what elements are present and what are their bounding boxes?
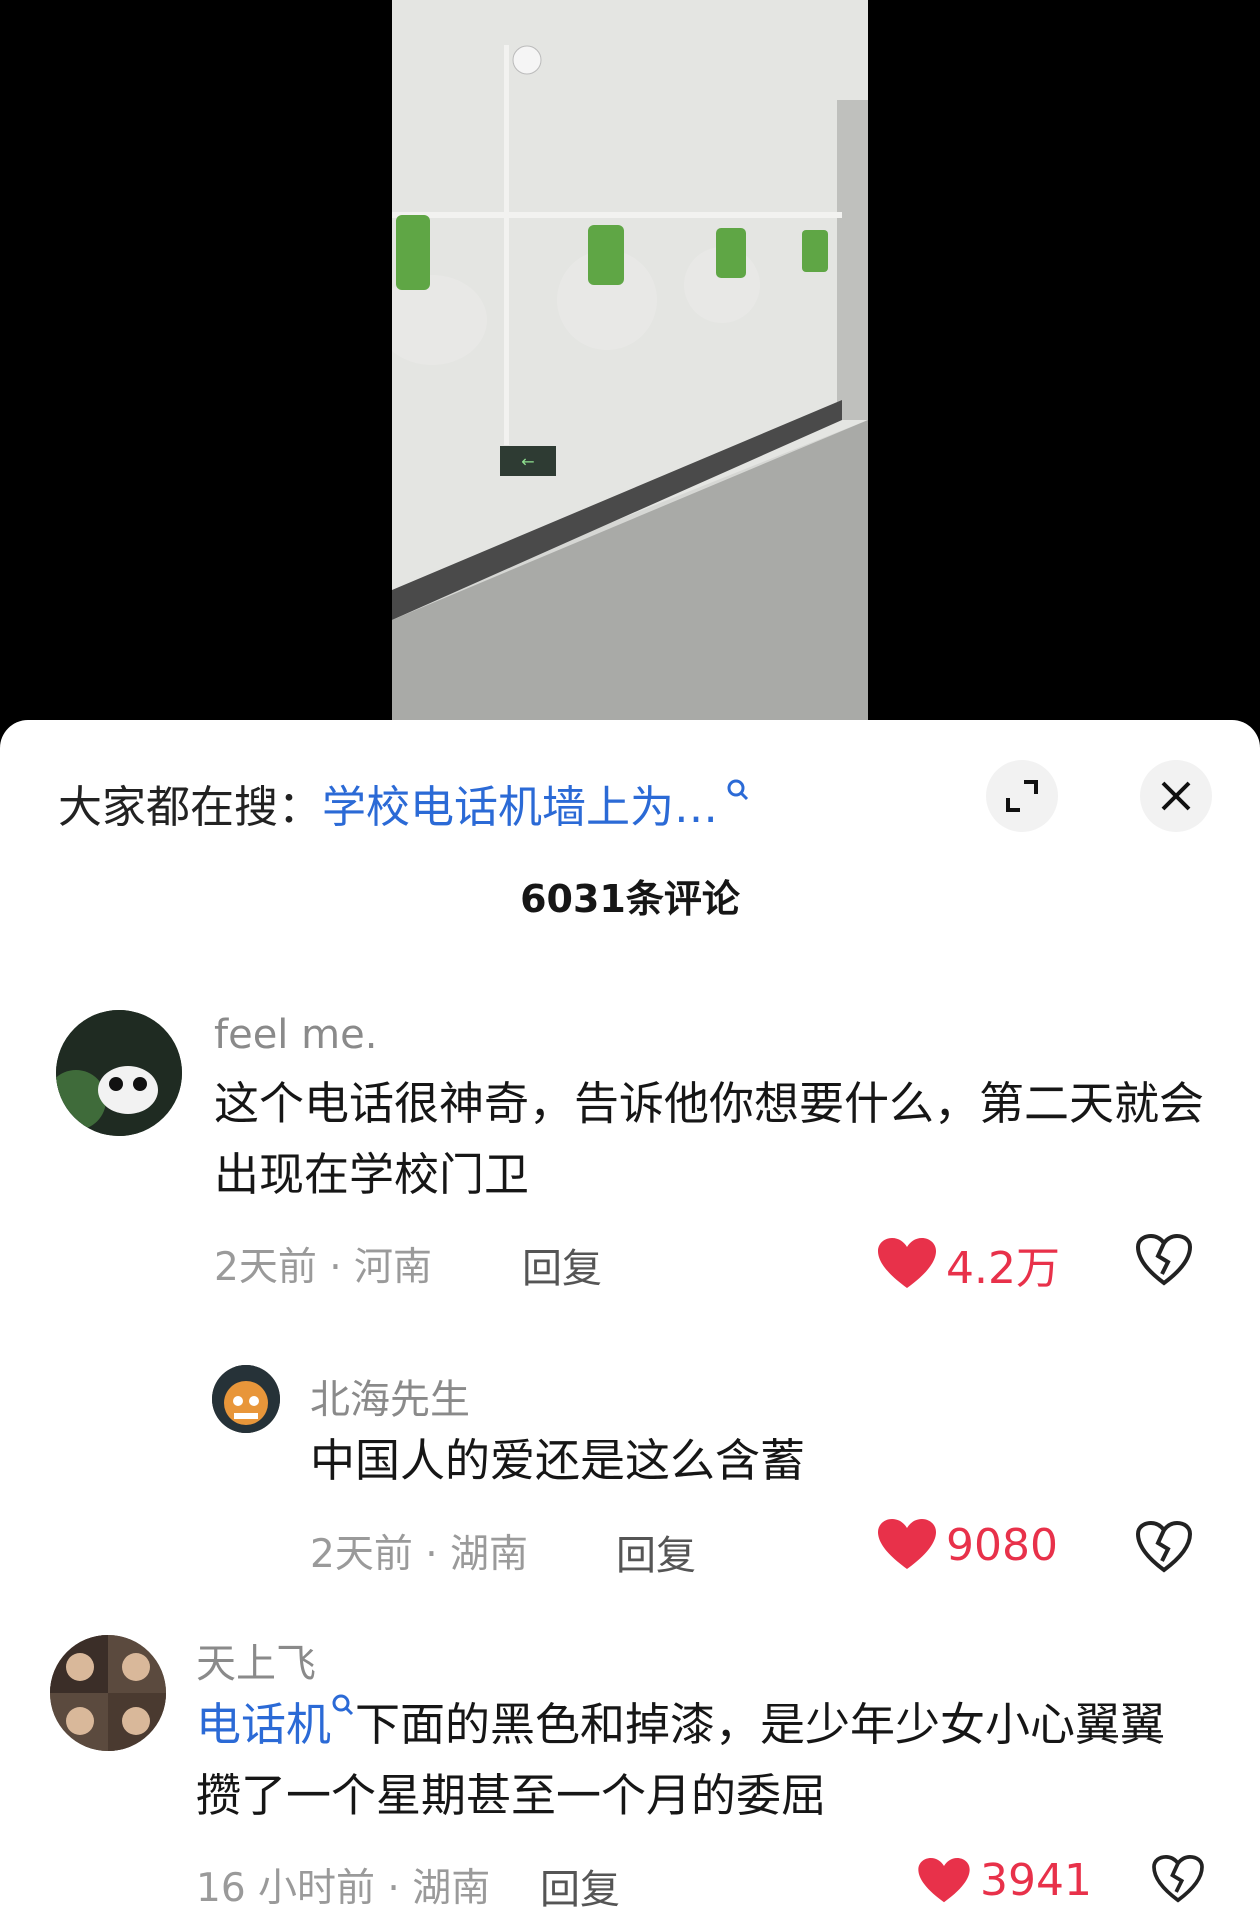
comment-username[interactable]: 天上飞 [196, 1631, 316, 1689]
avatar[interactable] [50, 1635, 166, 1751]
search-term-link[interactable]: 学校电话机墙上为… [322, 771, 718, 835]
broken-heart-icon [1135, 1520, 1193, 1573]
heart-icon [878, 1238, 936, 1288]
comment-content: 电话机 下面的黑色和掉漆，是少年少女小心翼翼攒了一个星期甚至一个月的委屈 [196, 1689, 1196, 1831]
heart-icon [878, 1519, 936, 1569]
like-button[interactable]: 9080 [878, 1519, 1058, 1571]
broken-heart-icon [1152, 1854, 1204, 1903]
reply-button[interactable]: 回复 [540, 1857, 620, 1915]
dislike-button[interactable] [1135, 1520, 1193, 1577]
avatar[interactable] [212, 1365, 280, 1433]
reply-button[interactable]: 回复 [522, 1236, 602, 1294]
search-prefix: 大家都在搜： [58, 782, 322, 833]
comment-content: 这个电话很神奇，告诉他你想要什么，第二天就会出现在学校门卫 [214, 1077, 1205, 1201]
like-button[interactable]: 3941 [918, 1855, 1092, 1906]
video-frame[interactable]: ← [392, 0, 868, 720]
comment-meta: 16 小时前 · 湖南 [196, 1866, 491, 1911]
reply-button[interactable]: 回复 [616, 1523, 696, 1581]
avatar[interactable] [56, 1010, 182, 1136]
like-button[interactable]: 4.2万 [878, 1232, 1060, 1296]
search-icon[interactable] [726, 778, 750, 806]
comment-username[interactable]: feel me. [214, 1012, 377, 1058]
dislike-button[interactable] [1152, 1854, 1204, 1907]
heart-icon [918, 1857, 970, 1902]
comment-username[interactable]: 北海先生 [310, 1367, 470, 1425]
close-button[interactable] [1140, 760, 1212, 832]
dislike-button[interactable] [1135, 1233, 1193, 1290]
broken-heart-icon [1135, 1233, 1193, 1286]
close-icon [1161, 781, 1191, 811]
search-suggestion[interactable]: 大家都在搜： 学校电话机墙上为… [58, 768, 750, 838]
comment-content: 中国人的爱还是这么含蓄 [310, 1434, 806, 1487]
like-count: 3941 [980, 1855, 1092, 1906]
svg-text:←: ← [521, 452, 534, 471]
search-icon[interactable] [331, 1693, 355, 1717]
comment-sheet: 大家都在搜： 学校电话机墙上为… 6031条评论 feel me. 这个电话很神… [0, 720, 1260, 1927]
comment-count: 6031条评论 [520, 877, 740, 921]
comment-item: 天上飞 电话机 下面的黑色和掉漆，是少年少女小心翼翼攒了一个星期甚至一个月的委屈 … [0, 1625, 1260, 1927]
comment-meta: 2天前 · 湖南 [310, 1532, 529, 1577]
expand-button[interactable] [986, 760, 1058, 832]
like-count: 9080 [946, 1519, 1058, 1571]
like-count: 4.2万 [946, 1243, 1060, 1294]
reply-comment-item: 北海先生 中国人的爱还是这么含蓄 2天前 · 湖南 回复 9080 [0, 1355, 1260, 1615]
expand-icon [1006, 780, 1038, 812]
comment-item: feel me. 这个电话很神奇，告诉他你想要什么，第二天就会出现在学校门卫 2… [0, 1000, 1260, 1400]
comment-meta: 2天前 · 河南 [214, 1245, 433, 1290]
comment-keyword-link[interactable]: 电话机 [196, 1698, 331, 1751]
